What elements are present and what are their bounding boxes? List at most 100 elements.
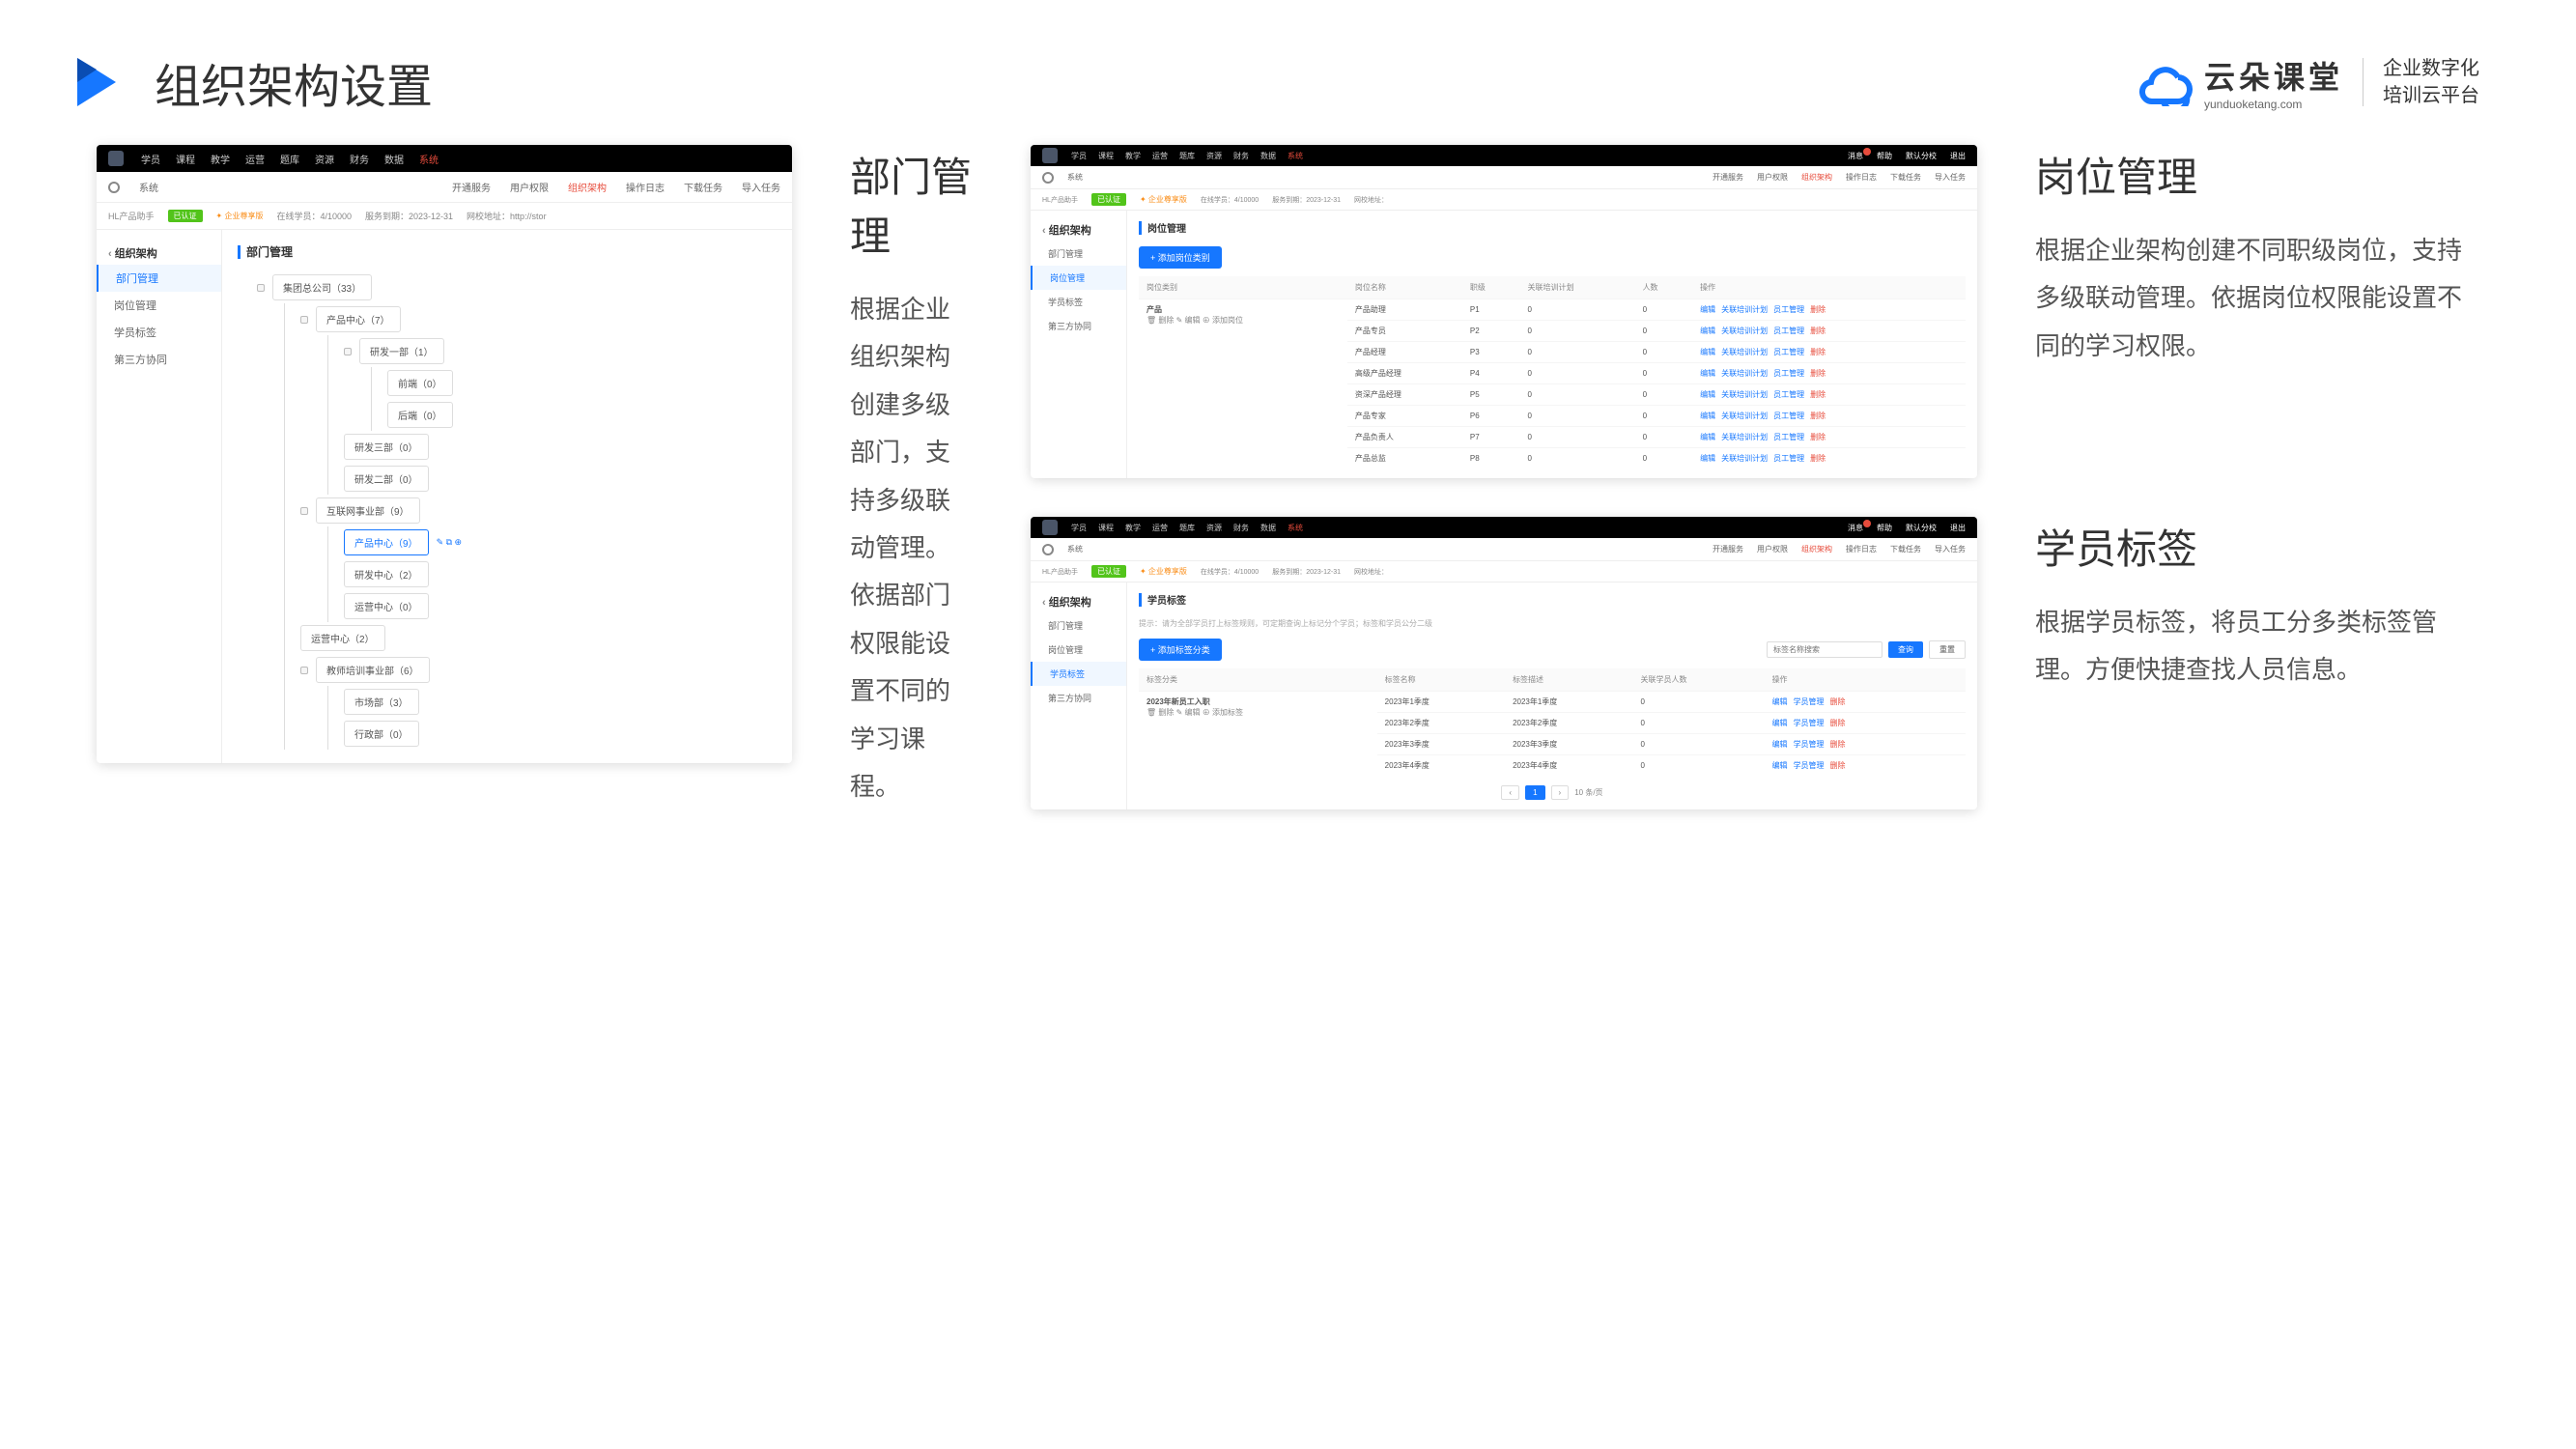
tree-node[interactable]: 互联网事业部（9） [316,497,420,524]
tree-node[interactable]: 集团总公司（33） [272,274,372,300]
sidebar-item-tag[interactable]: 学员标签 [1031,290,1126,314]
msg-link[interactable]: 消息 [1848,151,1863,161]
row-ops[interactable]: 编辑关联培训计划员工管理删除 [1692,299,1966,321]
expand-icon[interactable] [300,667,308,674]
nav-item-active[interactable]: 系统 [1288,523,1303,533]
tree-node-selected[interactable]: 产品中心（9） [344,529,429,555]
branch-link[interactable]: 默认分校 [1906,151,1937,161]
nav-item[interactable]: 教学 [211,152,230,166]
nav-item[interactable]: 学员 [1071,151,1087,161]
nav-item-active[interactable]: 系统 [1288,151,1303,161]
exit-link[interactable]: 退出 [1950,151,1966,161]
branch-link[interactable]: 默认分校 [1906,523,1937,533]
reset-button[interactable]: 重置 [1929,640,1966,659]
tree-node[interactable]: 前端（0） [387,370,453,396]
nav-item[interactable]: 课程 [176,152,195,166]
sidebar-item-dept[interactable]: 部门管理 [97,265,221,292]
sidebar-item-post[interactable]: 岗位管理 [1031,266,1126,290]
subnav-item[interactable]: 用户权限 [1757,544,1788,554]
tree-node[interactable]: 市场部（3） [344,689,419,715]
nav-item[interactable]: 学员 [1071,523,1087,533]
row-ops[interactable]: 编辑学员管理删除 [1765,755,1966,777]
row-ops[interactable]: 编辑关联培训计划员工管理删除 [1692,342,1966,363]
node-actions[interactable]: ✎ ⧉ ⊕ [437,537,463,548]
sidebar-item-tag[interactable]: 学员标签 [1031,662,1126,686]
row-ops[interactable]: 编辑关联培训计划员工管理删除 [1692,321,1966,342]
nav-item[interactable]: 财务 [350,152,369,166]
sidebar-title[interactable]: 组织架构 [97,242,221,265]
subnav-item[interactable]: 导入任务 [1935,172,1966,183]
nav-item[interactable]: 教学 [1125,523,1141,533]
tree-node[interactable]: 教师培训事业部（6） [316,657,430,683]
subnav-item[interactable]: 下载任务 [684,180,722,194]
tree-node[interactable]: 研发一部（1） [359,338,444,364]
nav-item[interactable]: 教学 [1125,151,1141,161]
sidebar-item-tag[interactable]: 学员标签 [97,319,221,346]
msg-link[interactable]: 消息 [1848,523,1863,533]
expand-icon[interactable] [257,284,265,292]
nav-item-active[interactable]: 系统 [419,152,439,166]
expand-icon[interactable] [300,507,308,515]
add-tag-button[interactable]: 添加标签分类 [1139,639,1222,661]
exit-link[interactable]: 退出 [1950,523,1966,533]
subnav-item[interactable]: 下载任务 [1890,544,1921,554]
row-ops[interactable]: 编辑关联培训计划员工管理删除 [1692,427,1966,448]
pager-prev[interactable]: ‹ [1501,785,1519,800]
row-ops[interactable]: 编辑学员管理删除 [1765,692,1966,713]
nav-item[interactable]: 资源 [1206,523,1222,533]
help-link[interactable]: 帮助 [1877,523,1892,533]
sidebar-item-dept[interactable]: 部门管理 [1031,613,1126,638]
subnav-item[interactable]: 操作日志 [1846,544,1877,554]
cat-ops[interactable]: 🗑 删除 ✎ 编辑 ⊕ 添加岗位 [1146,315,1340,326]
nav-item[interactable]: 运营 [1152,523,1168,533]
tree-node[interactable]: 产品中心（7） [316,306,401,332]
nav-item[interactable]: 题库 [280,152,299,166]
sidebar-item-post[interactable]: 岗位管理 [97,292,221,319]
subnav-item[interactable]: 导入任务 [742,180,780,194]
nav-item[interactable]: 运营 [245,152,265,166]
pager-size[interactable]: 10 条/页 [1574,787,1602,798]
row-ops[interactable]: 编辑关联培训计划员工管理删除 [1692,384,1966,406]
subnav-item-active[interactable]: 组织架构 [1801,172,1832,183]
search-button[interactable]: 查询 [1888,641,1923,658]
nav-item[interactable]: 学员 [141,152,160,166]
tree-node[interactable]: 研发二部（0） [344,466,429,492]
nav-item[interactable]: 财务 [1233,523,1249,533]
sidebar-item-3rd[interactable]: 第三方协同 [1031,314,1126,338]
subnav-item[interactable]: 下载任务 [1890,172,1921,183]
nav-item[interactable]: 财务 [1233,151,1249,161]
subnav-item[interactable]: 导入任务 [1935,544,1966,554]
nav-item[interactable]: 题库 [1179,151,1195,161]
row-ops[interactable]: 编辑学员管理删除 [1765,713,1966,734]
expand-icon[interactable] [300,316,308,324]
sidebar-title[interactable]: 组织架构 [1031,218,1126,242]
add-post-button[interactable]: 添加岗位类别 [1139,246,1222,269]
tree-node[interactable]: 研发三部（0） [344,434,429,460]
row-ops[interactable]: 编辑关联培训计划员工管理删除 [1692,406,1966,427]
pager-next[interactable]: › [1551,785,1570,800]
nav-item[interactable]: 运营 [1152,151,1168,161]
nav-item[interactable]: 数据 [1260,151,1276,161]
nav-item[interactable]: 数据 [384,152,404,166]
tree-node[interactable]: 研发中心（2） [344,561,429,587]
cat-ops[interactable]: 🗑 删除 ✎ 编辑 ⊕ 添加标签 [1146,707,1370,718]
nav-item[interactable]: 资源 [315,152,334,166]
row-ops[interactable]: 编辑关联培训计划员工管理删除 [1692,448,1966,469]
tree-node[interactable]: 运营中心（2） [300,625,385,651]
nav-item[interactable]: 资源 [1206,151,1222,161]
subnav-item[interactable]: 开通服务 [452,180,491,194]
pager-current[interactable]: 1 [1525,785,1544,800]
subnav-item[interactable]: 用户权限 [1757,172,1788,183]
subnav-item-active[interactable]: 组织架构 [1801,544,1832,554]
sidebar-title[interactable]: 组织架构 [1031,590,1126,613]
subnav-item[interactable]: 开通服务 [1713,172,1743,183]
sidebar-item-post[interactable]: 岗位管理 [1031,638,1126,662]
search-input[interactable] [1767,641,1882,658]
nav-item[interactable]: 数据 [1260,523,1276,533]
help-link[interactable]: 帮助 [1877,151,1892,161]
row-ops[interactable]: 编辑学员管理删除 [1765,734,1966,755]
nav-item[interactable]: 课程 [1098,151,1114,161]
subnav-item[interactable]: 用户权限 [510,180,549,194]
tree-node[interactable]: 后端（0） [387,402,453,428]
nav-item[interactable]: 题库 [1179,523,1195,533]
